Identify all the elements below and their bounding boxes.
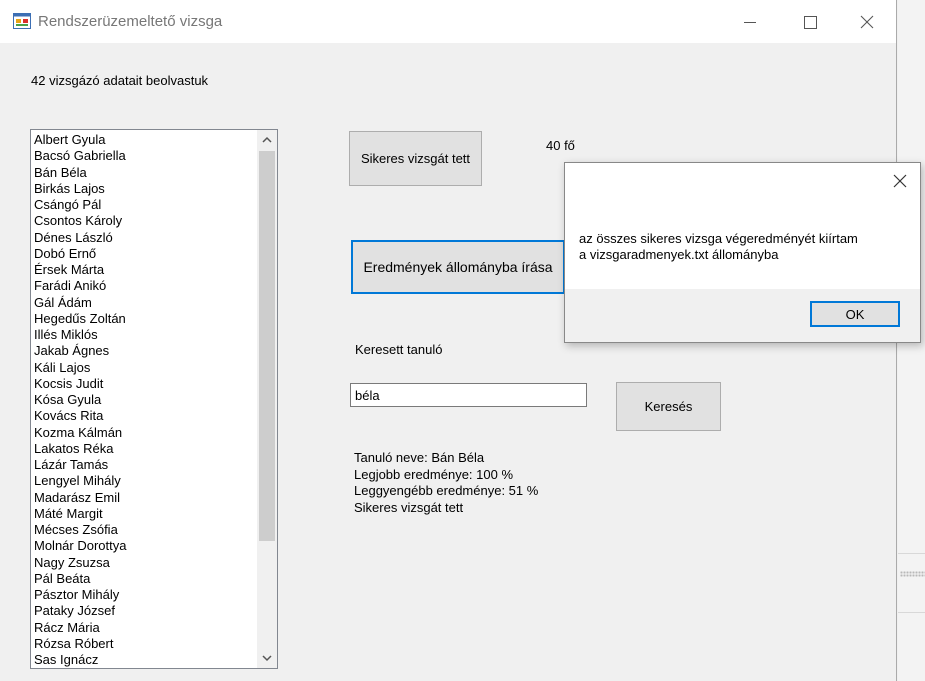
- list-item[interactable]: Csángó Pál: [34, 197, 254, 213]
- searched-student-label: Keresett tanuló: [355, 342, 443, 357]
- list-item[interactable]: Dénes László: [34, 230, 254, 246]
- list-item[interactable]: Kovács Rita: [34, 408, 254, 424]
- list-item[interactable]: Sas Ignácz: [34, 652, 254, 668]
- list-item[interactable]: Csontos Károly: [34, 213, 254, 229]
- list-item[interactable]: Pál Beáta: [34, 571, 254, 587]
- result-best-score: Legjobb eredménye: 100 %: [354, 466, 514, 482]
- list-item[interactable]: Nagy Zsuzsa: [34, 555, 254, 571]
- list-item[interactable]: Albert Gyula: [34, 132, 254, 148]
- dialog-close-button[interactable]: [892, 172, 908, 195]
- dialog-ok-button[interactable]: OK: [810, 301, 900, 327]
- list-item[interactable]: Gál Ádám: [34, 295, 254, 311]
- list-item[interactable]: Mécses Zsófia: [34, 522, 254, 538]
- list-item[interactable]: Hegedűs Zoltán: [34, 311, 254, 327]
- result-student-name: Tanuló neve: Bán Béla: [354, 450, 485, 465]
- success-count-label: 40 fő: [546, 138, 575, 153]
- result-panel: Tanuló neve: Bán Béla Legjobb eredménye:…: [354, 450, 538, 516]
- list-item[interactable]: Jakab Ágnes: [34, 343, 254, 359]
- background-grip: [900, 571, 925, 577]
- background-divider: [898, 553, 925, 554]
- student-listbox[interactable]: Albert Gyula Bacsó Gabriella Bán Béla Birká…: [30, 129, 278, 669]
- scroll-up-button[interactable]: [257, 130, 277, 150]
- dialog-message: az összes sikeres vizsga végeredményét k…: [579, 231, 858, 263]
- list-item[interactable]: Lázár Tamás: [34, 457, 254, 473]
- close-button[interactable]: [852, 8, 882, 36]
- list-item[interactable]: Bán Béla: [34, 165, 254, 181]
- result-status: Sikeres vizsgát tett: [354, 499, 464, 515]
- list-item[interactable]: Lengyel Mihály: [34, 473, 254, 489]
- listbox-scrollbar[interactable]: [257, 130, 277, 668]
- title-bar: Rendszerüzemeltető vizsga: [0, 0, 896, 43]
- list-item[interactable]: Pataky József: [34, 603, 254, 619]
- list-item[interactable]: Érsek Márta: [34, 262, 254, 278]
- maximize-icon: [804, 16, 817, 29]
- search-button[interactable]: Keresés: [616, 382, 721, 431]
- background-divider: [898, 612, 925, 613]
- write-results-button[interactable]: Eredmények állományba írása: [351, 240, 565, 294]
- list-item[interactable]: Kozma Kálmán: [34, 425, 254, 441]
- dialog-footer: OK: [565, 289, 920, 342]
- window-title: Rendszerüzemeltető vizsga: [38, 13, 223, 30]
- list-item[interactable]: Illés Miklós: [34, 327, 254, 343]
- result-worst-score: Leggyengébb eredménye: 51 %: [354, 483, 539, 498]
- dialog-message-line: a vizsgaradmenyek.txt állományba: [579, 247, 779, 262]
- minimize-button[interactable]: [735, 8, 765, 36]
- close-icon: [860, 15, 874, 29]
- list-item[interactable]: Máté Margit: [34, 506, 254, 522]
- chevron-down-icon: [262, 655, 272, 662]
- minimize-icon: [744, 22, 756, 23]
- message-dialog: az összes sikeres vizsga végeredményét k…: [564, 162, 921, 343]
- list-item[interactable]: Kocsis Judit: [34, 376, 254, 392]
- dialog-message-line: az összes sikeres vizsga végeredményét k…: [579, 231, 858, 246]
- list-item[interactable]: Pásztor Mihály: [34, 587, 254, 603]
- chevron-up-icon: [262, 136, 272, 143]
- list-item[interactable]: Rácz Mária: [34, 620, 254, 636]
- list-item[interactable]: Rózsa Róbert: [34, 636, 254, 652]
- student-list: Albert Gyula Bacsó Gabriella Bán Béla Birká…: [34, 132, 254, 668]
- list-item[interactable]: Bacsó Gabriella: [34, 148, 254, 164]
- list-item[interactable]: Lakatos Réka: [34, 441, 254, 457]
- list-item[interactable]: Madarász Emil: [34, 490, 254, 506]
- list-item[interactable]: Farádi Anikó: [34, 278, 254, 294]
- loaded-count-label: 42 vizsgázó adatait beolvastuk: [31, 73, 209, 88]
- search-input[interactable]: [350, 383, 587, 407]
- close-icon: [893, 174, 907, 188]
- list-item[interactable]: Dobó Ernő: [34, 246, 254, 262]
- list-item[interactable]: Kósa Gyula: [34, 392, 254, 408]
- scroll-thumb[interactable]: [259, 151, 275, 541]
- list-item[interactable]: Birkás Lajos: [34, 181, 254, 197]
- list-item[interactable]: Molnár Dorottya: [34, 538, 254, 554]
- maximize-button[interactable]: [795, 8, 825, 36]
- successful-exam-button[interactable]: Sikeres vizsgát tett: [349, 131, 482, 186]
- app-form-icon: [13, 13, 31, 29]
- list-item[interactable]: Káli Lajos: [34, 360, 254, 376]
- scroll-down-button[interactable]: [257, 648, 277, 668]
